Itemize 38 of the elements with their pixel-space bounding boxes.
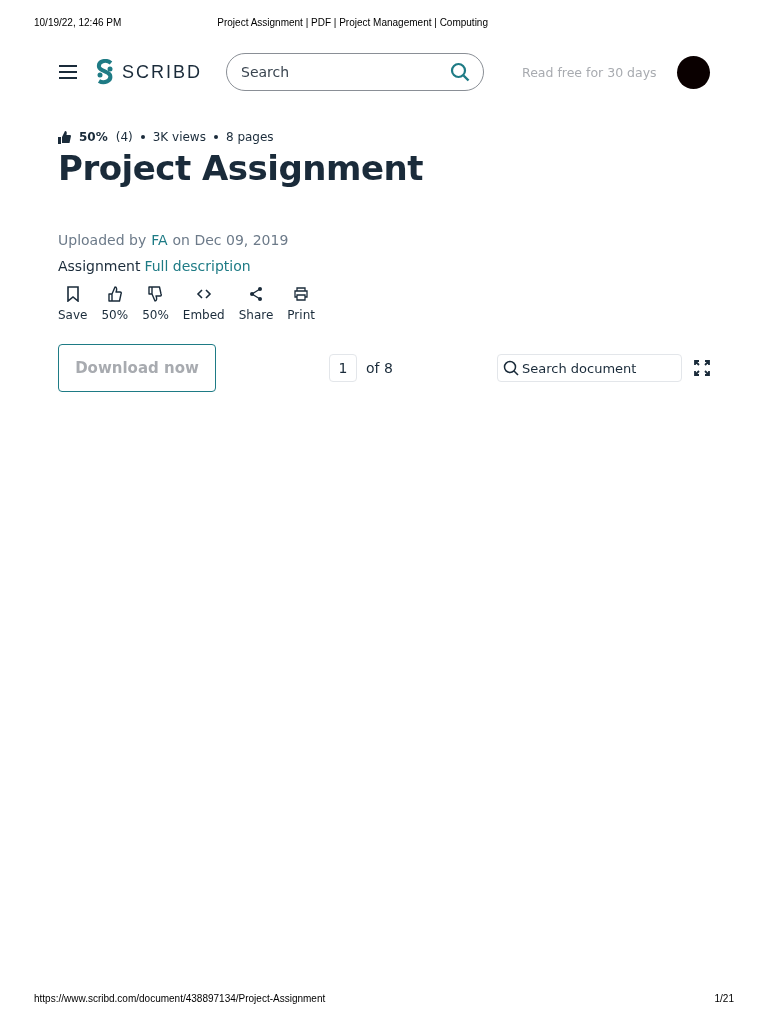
embed-button[interactable]: Embed <box>182 286 225 322</box>
fullscreen-icon[interactable] <box>694 360 710 376</box>
thumbs-up-icon <box>106 286 123 302</box>
description-text: Assignment <box>58 258 141 274</box>
print-title: Project Assignment | PDF | Project Management | Computing <box>217 17 488 28</box>
share-icon <box>248 286 264 302</box>
page-count: 8 pages <box>225 130 274 144</box>
upload-date: on Dec 09, 2019 <box>172 232 289 248</box>
print-url: https://www.scribd.com/document/438897134/Project-Assignment <box>34 993 326 1004</box>
separator-dot <box>140 135 145 139</box>
search-icon <box>503 360 519 376</box>
separator-dot <box>213 135 218 139</box>
document-title: Project Assignment <box>58 148 424 188</box>
menu-icon[interactable] <box>58 64 78 80</box>
full-description-link[interactable]: Full description <box>144 258 251 274</box>
share-button[interactable]: Share <box>238 286 274 322</box>
rating-percent: 50% <box>79 130 108 144</box>
printer-icon <box>293 286 310 302</box>
print-button[interactable]: Print <box>287 286 315 322</box>
rating-count: (4) <box>115 130 133 144</box>
search-icon[interactable] <box>450 62 470 82</box>
uploaded-by-label: Uploaded by <box>58 232 147 248</box>
logo-text[interactable]: SCRIBD <box>122 61 202 83</box>
search-document-field[interactable]: Search document <box>497 354 682 382</box>
page-total: of 8 <box>366 360 393 376</box>
view-count: 3K views <box>152 130 206 144</box>
print-page-number: 1/21 <box>714 993 734 1004</box>
print-date: 10/19/22, 12:46 PM <box>34 17 122 28</box>
thumbs-down-icon <box>147 286 164 302</box>
search-field[interactable]: Search <box>226 53 484 91</box>
thumbs-up-icon <box>58 130 71 144</box>
like-button[interactable]: 50% <box>101 286 129 322</box>
bookmark-icon <box>65 286 80 302</box>
page-number-field[interactable]: 1 <box>329 354 357 382</box>
uploader-link[interactable]: FA <box>151 232 168 248</box>
dislike-button[interactable]: 50% <box>142 286 169 322</box>
avatar[interactable] <box>677 55 710 89</box>
save-button[interactable]: Save <box>58 286 88 322</box>
